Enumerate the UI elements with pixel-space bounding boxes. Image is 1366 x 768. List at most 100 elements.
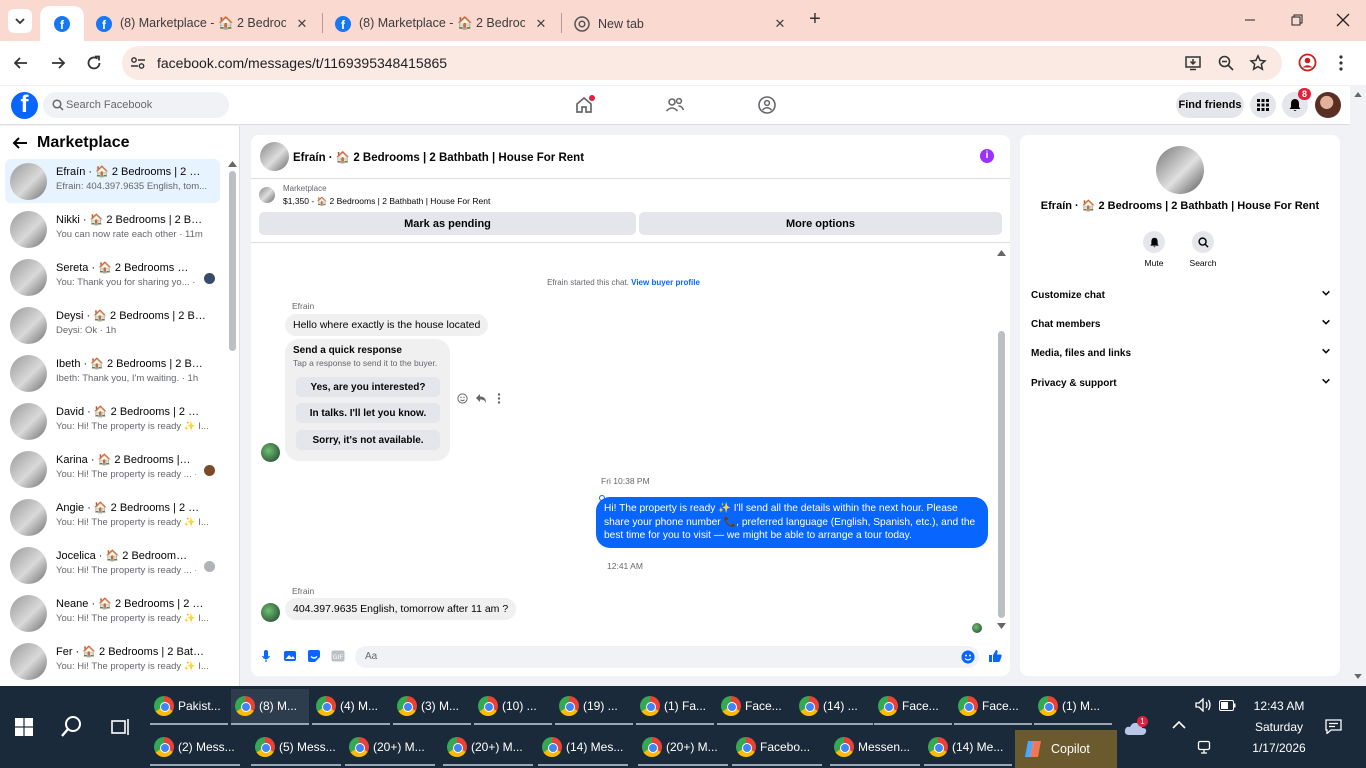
bookmark-star-icon[interactable] — [1249, 54, 1267, 72]
close-icon[interactable]: ✕ — [533, 16, 549, 32]
quick-reply-button[interactable]: Sorry, it's not available. — [296, 430, 440, 450]
menu-button[interactable] — [1250, 92, 1276, 118]
quick-reply-button[interactable]: In talks. I'll let you know. — [296, 403, 440, 423]
close-icon[interactable]: ✕ — [294, 16, 310, 32]
battery-icon[interactable] — [1219, 700, 1236, 711]
more-icon[interactable] — [497, 393, 501, 404]
customize-chat-section[interactable]: Customize chat — [1031, 290, 1331, 301]
windows-start-icon[interactable] — [15, 718, 33, 736]
taskbar-chrome-window[interactable]: (14) Me... — [924, 730, 1012, 766]
media-files-links-section[interactable]: Media, files and links — [1031, 348, 1331, 359]
avatar[interactable] — [260, 142, 289, 171]
avatar[interactable] — [261, 443, 280, 462]
scroll-down-arrow-icon[interactable] — [997, 623, 1006, 629]
image-icon[interactable] — [283, 649, 297, 663]
screen-share-icon[interactable] — [1197, 740, 1211, 754]
nav-groups[interactable] — [757, 95, 777, 115]
taskbar-copilot[interactable]: Copilot — [1015, 730, 1117, 768]
taskbar-chrome-window[interactable]: (3) M... — [393, 689, 471, 725]
taskbar-chrome-window[interactable]: (14) ... — [795, 689, 873, 725]
taskbar-chrome-window[interactable]: (1) Fa... — [636, 689, 714, 725]
profile-icon[interactable] — [1298, 53, 1317, 72]
conversation-item[interactable]: Deysi · 🏠 2 Bedrooms | 2 Bathbath | Hous… — [5, 303, 220, 347]
zoom-icon[interactable] — [1217, 54, 1235, 72]
tab-active[interactable]: f — [40, 6, 84, 41]
taskbar-chrome-window[interactable]: (20+) M... — [638, 730, 728, 766]
restore-button[interactable] — [1287, 10, 1307, 30]
find-friends-button[interactable]: Find friends — [1176, 92, 1244, 118]
more-options-button[interactable]: More options — [639, 212, 1002, 235]
thumbs-up-icon[interactable] — [988, 649, 1002, 663]
taskbar-chrome-window[interactable]: (20+) M... — [345, 730, 435, 766]
chat-scrollbar[interactable] — [998, 331, 1005, 618]
conversation-item[interactable]: Angie · 🏠 2 Bedrooms | 2 Bathbath | Hous… — [5, 495, 220, 539]
chat-members-section[interactable]: Chat members — [1031, 319, 1331, 330]
back-arrow-icon[interactable] — [12, 136, 28, 150]
site-info-icon[interactable] — [130, 56, 146, 70]
conversation-item[interactable]: David · 🏠 2 Bedrooms | 2 Bathbath | Hous… — [5, 399, 220, 443]
incoming-message[interactable]: Hello where exactly is the house located — [285, 314, 489, 336]
scroll-up-arrow-icon[interactable] — [997, 250, 1006, 256]
new-tab-button[interactable]: + — [805, 9, 825, 30]
avatar[interactable] — [261, 603, 280, 622]
sidebar-scrollbar[interactable] — [229, 171, 236, 351]
search-input[interactable]: Search Facebook — [43, 92, 229, 118]
incoming-message[interactable]: 404.397.9635 English, tomorrow after 11 … — [285, 598, 517, 620]
system-clock[interactable]: 12:43 AM Saturday 1/17/2026 — [1240, 696, 1318, 759]
close-window-button[interactable] — [1333, 10, 1353, 30]
avatar[interactable] — [1315, 92, 1341, 118]
taskbar-chrome-window[interactable]: (5) Mess... — [251, 730, 341, 766]
address-bar[interactable]: facebook.com/messages/t/1169395348415865 — [122, 46, 1282, 80]
taskbar-chrome-window[interactable]: (1) M... — [1034, 689, 1112, 725]
taskbar-chrome-window[interactable]: Face... — [874, 689, 952, 725]
task-view-icon[interactable] — [110, 717, 130, 737]
conversation-item[interactable]: Nikki · 🏠 2 Bedrooms | 2 Bathbath | Hous… — [5, 207, 220, 251]
chevron-up-icon[interactable] — [1172, 720, 1186, 730]
listing-thumbnail[interactable] — [259, 187, 275, 203]
taskbar-chrome-window[interactable]: (4) M... — [312, 689, 390, 725]
url-text[interactable]: facebook.com/messages/t/1169395348415865 — [157, 55, 447, 71]
chat-title[interactable]: Efraín · 🏠 2 Bedrooms | 2 Bathbath | Hou… — [293, 150, 584, 164]
taskbar-chrome-window[interactable]: Pakist... — [150, 689, 228, 725]
tab-marketplace-2[interactable]: f (8) Marketplace - 🏠 2 Bedroom ✕ — [323, 6, 561, 41]
taskbar-chrome-window[interactable]: (19) ... — [555, 689, 633, 725]
tab-search-button[interactable] — [8, 9, 32, 33]
scroll-up-arrow-icon[interactable] — [1354, 92, 1362, 97]
taskbar-chrome-window[interactable]: Messen... — [830, 730, 920, 766]
kebab-menu-icon[interactable] — [1337, 54, 1345, 72]
close-icon[interactable]: ✕ — [772, 16, 788, 32]
search-icon[interactable] — [60, 715, 83, 738]
back-arrow-icon[interactable] — [12, 54, 30, 72]
forward-arrow-icon[interactable] — [49, 54, 67, 72]
mark-as-pending-button[interactable]: Mark as pending — [259, 212, 636, 235]
taskbar-chrome-window[interactable]: Facebo... — [732, 730, 822, 766]
tab-marketplace-1[interactable]: f (8) Marketplace - 🏠 2 Bedroom ✕ — [84, 6, 322, 41]
scroll-up-arrow-icon[interactable] — [228, 161, 237, 167]
taskbar-chrome-window[interactable]: Face... — [954, 689, 1032, 725]
gif-icon[interactable]: GIF — [331, 650, 345, 662]
taskbar-chrome-window[interactable]: Face... — [717, 689, 795, 725]
conversation-item[interactable]: Fer · 🏠 2 Bedrooms | 2 Bathbath | House … — [5, 639, 220, 683]
facebook-logo-icon[interactable]: f — [11, 92, 38, 119]
conversation-item[interactable]: Ibeth · 🏠 2 Bedrooms | 2 Bathbath | Hous… — [5, 351, 220, 395]
search-button[interactable] — [1192, 231, 1214, 253]
avatar[interactable] — [1156, 146, 1204, 194]
privacy-support-section[interactable]: Privacy & support — [1031, 378, 1331, 389]
notification-center-icon[interactable] — [1325, 719, 1342, 734]
view-buyer-profile-link[interactable]: View buyer profile — [631, 278, 700, 287]
emoji-icon[interactable] — [961, 650, 975, 664]
nav-home[interactable] — [574, 95, 595, 115]
taskbar-chrome-window[interactable]: (8) M... — [231, 689, 309, 725]
mute-button[interactable] — [1143, 231, 1165, 253]
volume-icon[interactable] — [1195, 698, 1212, 712]
minimize-button[interactable] — [1240, 10, 1260, 30]
quick-reply-button[interactable]: Yes, are you interested? — [296, 377, 440, 397]
conversation-item[interactable]: Jocelica · 🏠 2 Bedrooms | 2 Bathbath | H… — [5, 543, 220, 587]
message-input[interactable]: Aa — [355, 646, 979, 668]
reply-icon[interactable] — [475, 393, 487, 404]
conversation-item[interactable]: Karina · 🏠 2 Bedrooms | 2 Bathbath | Hou… — [5, 447, 220, 491]
taskbar-chrome-window[interactable]: (14) Mes... — [538, 730, 628, 766]
sticker-icon[interactable] — [307, 649, 321, 663]
info-button[interactable]: i — [980, 149, 994, 163]
tab-new-tab[interactable]: New tab ✕ — [562, 6, 800, 41]
